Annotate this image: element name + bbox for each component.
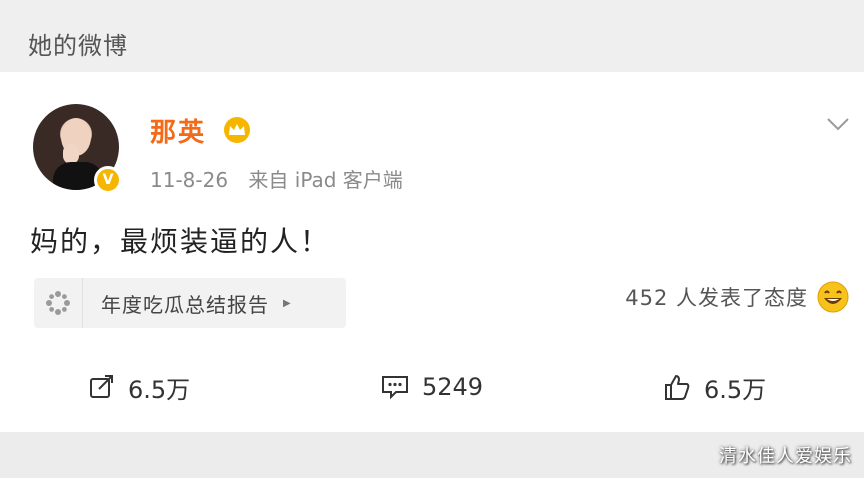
attitude-text: 452 人发表了态度 (625, 286, 808, 310)
section-title: 她的微博 (28, 32, 128, 60)
post-text: 妈的，最烦装逼的人！ (30, 225, 331, 258)
chevron-down-icon[interactable] (826, 116, 850, 132)
section-header: 她的微博 (0, 0, 864, 72)
crown-icon (224, 117, 250, 143)
weibo-post-card: V 那英 11-8-26 来自 iPad 客户端 妈的，最烦装逼的人！ 年度吃瓜… (0, 72, 864, 432)
attitude-summary[interactable]: 452 人发表了态度 (625, 280, 850, 314)
watermark: 清水佳人爱娱乐 (719, 446, 852, 467)
action-bar: 6.5万 5249 6.5万 (0, 362, 864, 412)
avatar-hand (63, 144, 79, 164)
repost-button[interactable]: 6.5万 (88, 362, 190, 412)
post-source: 来自 iPad 客户端 (248, 168, 403, 192)
comment-button[interactable]: 5249 (380, 362, 483, 412)
thumbs-up-icon (665, 375, 690, 400)
topic-divider (82, 278, 83, 328)
topic-card[interactable]: 年度吃瓜总结报告 ▶ (34, 278, 346, 328)
repost-icon (90, 375, 113, 398)
comment-icon (382, 376, 408, 400)
smiley-icon (817, 281, 849, 313)
username[interactable]: 那英 (150, 112, 206, 149)
verified-badge-icon: V (94, 166, 122, 194)
like-count: 6.5万 (704, 375, 767, 404)
topic-label: 年度吃瓜总结报告 (101, 292, 269, 317)
post-meta: 11-8-26 来自 iPad 客户端 (150, 164, 417, 193)
like-button[interactable]: 6.5万 (662, 362, 766, 412)
flower-icon (34, 278, 82, 328)
caret-right-icon: ▶ (283, 297, 291, 309)
repost-count: 6.5万 (128, 375, 191, 404)
comment-count: 5249 (422, 373, 484, 401)
post-date: 11-8-26 (150, 168, 229, 192)
